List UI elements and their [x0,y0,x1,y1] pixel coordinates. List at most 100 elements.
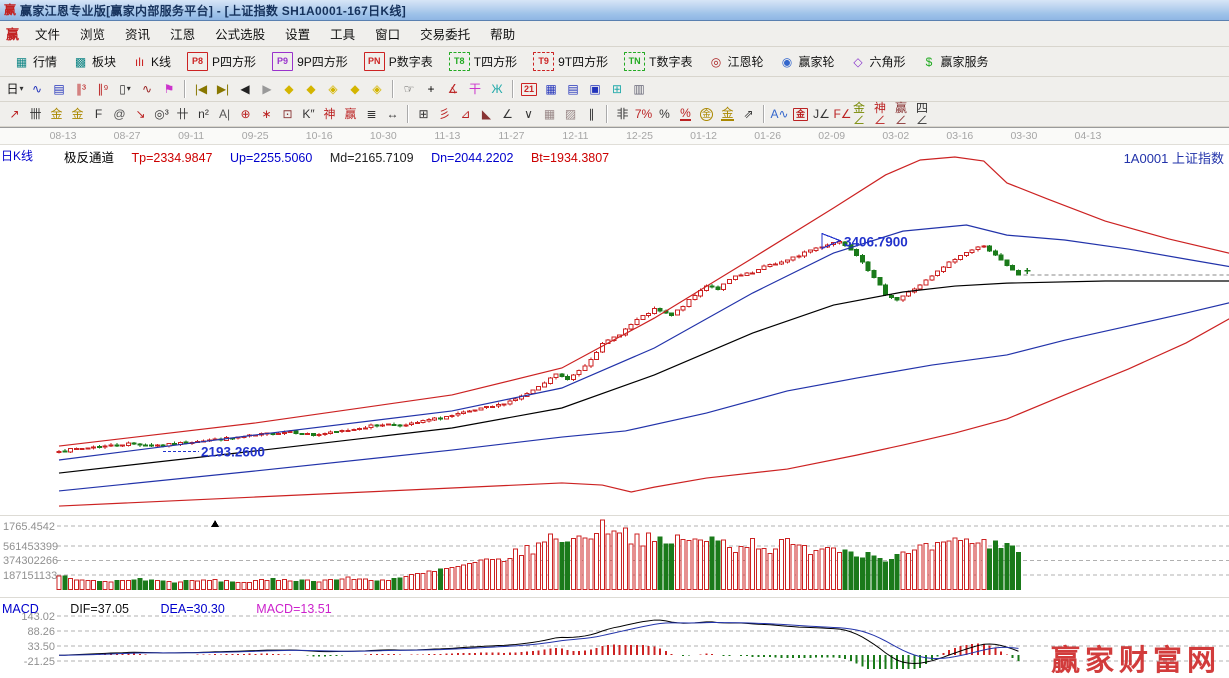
pen-measure-button[interactable]: ⇗ [738,104,759,124]
gold-box-button[interactable]: 金 [790,104,811,124]
gann-circle-button[interactable]: ◎³ [151,104,172,124]
zoom-out-button[interactable]: ◈ [366,79,388,99]
red-fan-button[interactable]: 彡 [434,104,455,124]
ying-tool-button[interactable]: 赢 [340,104,361,124]
save-button[interactable]: ▣ [584,79,606,99]
angle-pen-button[interactable]: ∠ [497,104,518,124]
menu-item-tools[interactable]: 工具 [320,21,365,46]
k-quote-button[interactable]: K″ [298,104,319,124]
kline-button[interactable]: ılıK线 [124,50,179,74]
parallel-lines-button[interactable]: ∥ [581,104,602,124]
menu-item-trade-order[interactable]: 交易委托 [410,21,480,46]
zoom-in-button[interactable]: ◆ [344,79,366,99]
p-square-button[interactable]: P8P四方形 [179,50,264,74]
period-day-button[interactable]: 日▾ [4,79,26,99]
9t-square-button[interactable]: T99T四方形 [525,50,616,74]
grid-box-arrow-icon: ▨ [565,108,576,120]
prev-page-button[interactable]: ◀ [234,79,256,99]
percent-7-button[interactable]: 7% [633,104,654,124]
sectors-button[interactable]: ▩板块 [65,50,124,74]
j-angle-button[interactable]: J∠ [811,104,832,124]
channel-md-value: Md=2165.7109 [330,151,414,165]
gold-line-button[interactable]: 金 [717,104,738,124]
next-page-button[interactable]: ▶ [256,79,278,99]
candle-style-button[interactable]: ▯▾ [114,79,136,99]
box-target-button[interactable]: ⊡ [277,104,298,124]
t-marker-tool-button[interactable]: 干 [464,79,486,99]
f-angle-button[interactable]: F∠ [832,104,853,124]
gold-grid-button[interactable]: 金 [46,104,67,124]
grid-box-button[interactable]: ▦ [539,104,560,124]
crosshair-tool-button[interactable]: + [420,79,442,99]
gold-grid-2-button[interactable]: 金 [67,104,88,124]
shen-angle-button[interactable]: 神∠ [874,104,895,124]
marker-pen-button[interactable]: ↘ [130,104,151,124]
calendar-button[interactable]: 21 [518,79,540,99]
net-save-button[interactable]: ⊞ [606,79,628,99]
color-flag-button[interactable]: ⚑ [158,79,180,99]
shift-right-button[interactable]: ◆ [300,79,322,99]
tick-lines-button[interactable]: 卄 [172,104,193,124]
first-page-button[interactable]: |◀ [190,79,212,99]
menu-item-file[interactable]: 文件 [25,21,70,46]
si-angle-button[interactable]: 四∠ [916,104,937,124]
percent-line-button[interactable]: % [675,104,696,124]
ying-angle-button[interactable]: 赢∠ [895,104,916,124]
menu-item-browse[interactable]: 浏览 [70,21,115,46]
t-number-table-button[interactable]: TNT数字表 [616,50,700,74]
chart-canvas[interactable]: 1765.4542561453399374302266187151133143.… [0,145,1229,678]
gold-angle-button[interactable]: 金∠ [853,104,874,124]
app-window: 赢 赢家江恩专业版[赢家内部服务平台] - [上证指数 SH1A0001-167… [0,0,1229,678]
v-wave-button[interactable]: ∨ [518,104,539,124]
hexagon-button[interactable]: ◇六角形 [843,50,914,74]
f-grid-button[interactable]: F [88,104,109,124]
winner-service-button[interactable]: $赢家服务 [914,50,997,74]
column-list-button[interactable]: 非 [612,104,633,124]
memo-button[interactable]: ▤ [562,79,584,99]
menu-item-info[interactable]: 资讯 [115,21,160,46]
fan-box-2-button[interactable]: ◣ [476,104,497,124]
hand-tool-button[interactable]: ☞ [398,79,420,99]
last-page-button[interactable]: ▶| [212,79,234,99]
protractor-tool-button[interactable]: ∡ [442,79,464,99]
t-square-button[interactable]: T8T四方形 [441,50,525,74]
p-number-table-button[interactable]: PNP数字表 [356,50,441,74]
info-clipboard-button[interactable]: ▤ [48,79,70,99]
compass-target-button[interactable]: ⊕ [235,104,256,124]
fan-box-button[interactable]: ⊿ [455,104,476,124]
kline-9-button[interactable]: ∥⁹ [92,79,114,99]
menu-item-formula-stock-pick[interactable]: 公式选股 [205,21,275,46]
spiral-button[interactable]: @ [109,104,130,124]
box-frame-button[interactable]: ⊞ [413,104,434,124]
percent-button[interactable]: % [654,104,675,124]
winner-wheel-button[interactable]: ◉赢家轮 [771,50,842,74]
ruler-123-button[interactable]: ≣ [361,104,382,124]
toolbar-separator [407,105,409,123]
zoom-swap-button[interactable]: ◈ [322,79,344,99]
draw-brush-button[interactable]: ↗ [4,104,25,124]
gann-wheel-button[interactable]: ◎江恩轮 [700,50,771,74]
grid-box-arrow-button[interactable]: ▨ [560,104,581,124]
shen-tool-button[interactable]: 神 [319,104,340,124]
kline-3-button[interactable]: ∥³ [70,79,92,99]
date-label: 12-25 [620,130,660,142]
wave-tool-button[interactable]: A∿ [769,104,790,124]
gann-grid-red-button[interactable]: ∿ [136,79,158,99]
calculator-button[interactable]: ▦ [540,79,562,99]
menu-item-help[interactable]: 帮助 [480,21,525,46]
quotes-button[interactable]: ▦行情 [6,50,65,74]
width-measure-button[interactable]: ↔ [382,104,403,124]
menu-item-window[interactable]: 窗口 [365,21,410,46]
gann-grid-button[interactable]: ∿ [26,79,48,99]
menu-item-gann[interactable]: 江恩 [160,21,205,46]
compass-rose-tool-button[interactable]: Ж [486,79,508,99]
shift-left-button[interactable]: ◆ [278,79,300,99]
n-square-button[interactable]: n² [193,104,214,124]
menu-item-settings[interactable]: 设置 [275,21,320,46]
star-target-button[interactable]: ∗ [256,104,277,124]
gold-circle-button[interactable]: 金 [696,104,717,124]
grid-ticks-button[interactable]: 卌 [25,104,46,124]
mirror-angle-button[interactable]: A| [214,104,235,124]
9p-square-button[interactable]: P99P四方形 [264,50,356,74]
workstation-button[interactable]: ▥ [628,79,650,99]
